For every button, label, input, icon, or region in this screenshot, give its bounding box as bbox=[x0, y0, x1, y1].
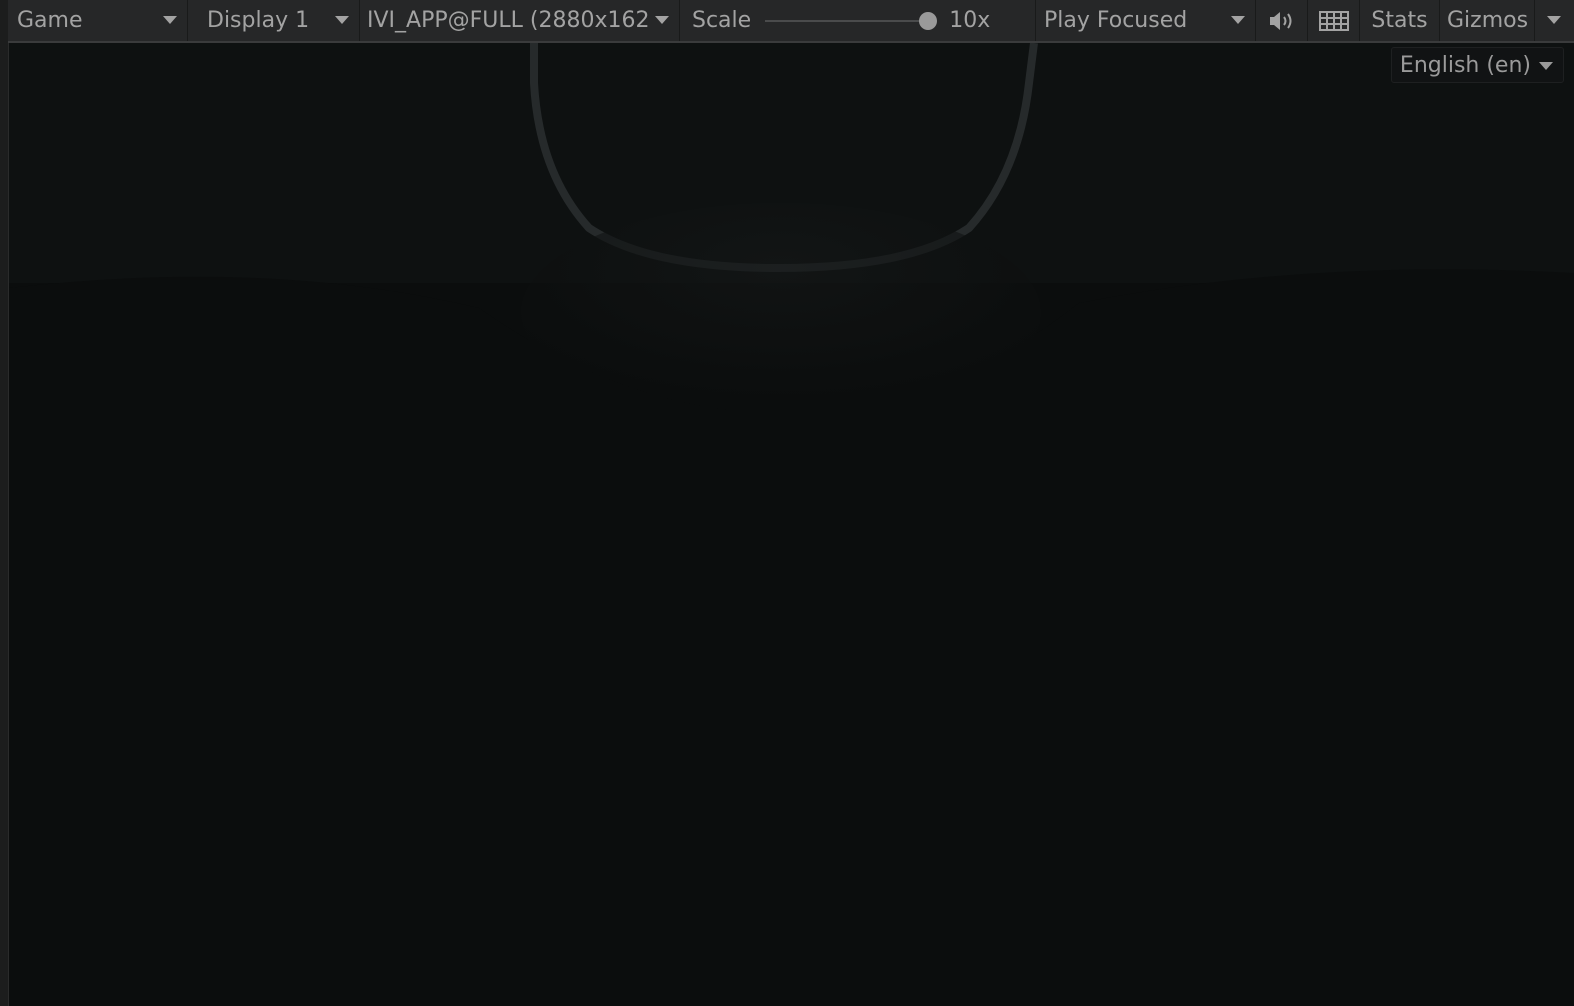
scale-control: Scale 10x bbox=[680, 0, 1036, 41]
language-label: English (en) bbox=[1399, 52, 1531, 78]
scene-render bbox=[9, 43, 1574, 1006]
language-dropdown[interactable]: English (en) bbox=[1390, 47, 1564, 83]
gizmos-button[interactable]: Gizmos bbox=[1440, 0, 1535, 41]
chevron-down-icon bbox=[1231, 16, 1245, 24]
display-label: Display 1 bbox=[207, 8, 310, 33]
left-panel-edge bbox=[0, 0, 9, 1006]
chevron-down-icon bbox=[655, 16, 669, 24]
speaker-icon bbox=[1269, 11, 1291, 30]
chevron-down-icon bbox=[1547, 16, 1561, 24]
scale-label: Scale bbox=[692, 8, 752, 33]
chevron-down-icon bbox=[335, 16, 349, 24]
display-dropdown[interactable]: Display 1 bbox=[188, 0, 360, 41]
gizmos-menu-dropdown[interactable] bbox=[1535, 0, 1571, 41]
view-type-dropdown[interactable]: Game bbox=[8, 0, 188, 41]
slider-thumb[interactable] bbox=[919, 11, 938, 30]
keyboard-grid-icon bbox=[1318, 10, 1349, 31]
play-mode-dropdown[interactable]: Play Focused bbox=[1036, 0, 1256, 41]
mute-audio-button[interactable] bbox=[1256, 0, 1308, 41]
chevron-down-icon bbox=[1539, 62, 1553, 70]
view-type-label: Game bbox=[17, 8, 83, 33]
gizmos-label: Gizmos bbox=[1447, 8, 1529, 33]
game-viewport[interactable]: English (en) bbox=[9, 43, 1574, 1006]
play-mode-label: Play Focused bbox=[1044, 8, 1188, 33]
resolution-label: IVI_APP@FULL (2880x1620) bbox=[367, 8, 650, 33]
stats-button[interactable]: Stats bbox=[1360, 0, 1440, 41]
slider-track bbox=[765, 19, 938, 22]
stats-label: Stats bbox=[1371, 8, 1428, 33]
scale-slider[interactable] bbox=[765, 11, 938, 31]
resolution-dropdown[interactable]: IVI_APP@FULL (2880x1620) bbox=[360, 0, 680, 41]
shortcuts-button[interactable] bbox=[1308, 0, 1360, 41]
chevron-down-icon bbox=[163, 16, 177, 24]
game-view-window: Game Display 1 IVI_APP@FULL (2880x1620) … bbox=[0, 0, 1574, 1006]
game-view-toolbar: Game Display 1 IVI_APP@FULL (2880x1620) … bbox=[8, 0, 1574, 43]
scale-value: 10x bbox=[949, 8, 991, 33]
